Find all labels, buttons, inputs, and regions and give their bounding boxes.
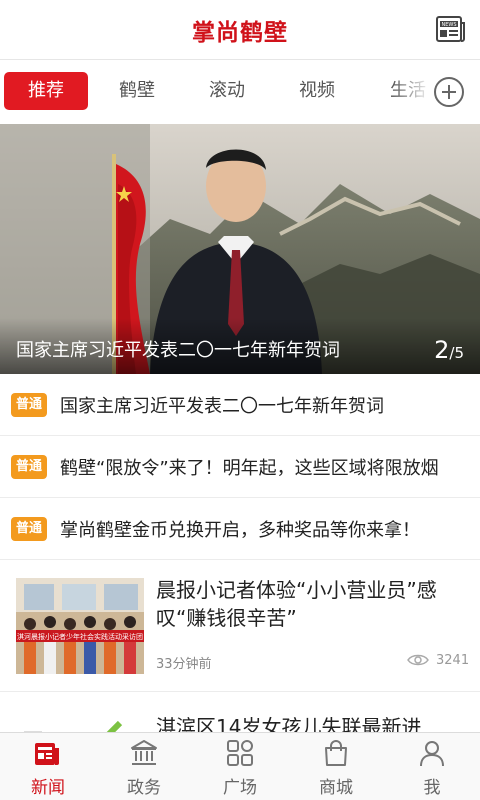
- list-item[interactable]: 普通 掌尚鹤壁金币兑换开启，多种奖品等你来拿！: [0, 498, 480, 560]
- nav-government[interactable]: 政务: [96, 733, 192, 800]
- nav-label: 广场: [223, 778, 257, 798]
- tab-recommend[interactable]: 推荐: [4, 72, 88, 110]
- app-header: 掌尚鹤壁 NEWS: [0, 0, 480, 60]
- news-icon[interactable]: NEWS: [436, 16, 466, 42]
- tag-badge: 普通: [11, 517, 47, 541]
- nav-label: 政务: [127, 778, 161, 798]
- slide-total: /5: [449, 344, 464, 362]
- tag-badge: 普通: [11, 393, 47, 417]
- tag-badge: 普通: [11, 455, 47, 479]
- add-channel-icon[interactable]: [434, 77, 464, 107]
- carousel-caption: 国家主席习近平发表二〇一七年新年贺词: [16, 340, 340, 361]
- svg-text:NEWS: NEWS: [441, 22, 456, 28]
- tab-scroll[interactable]: 滚动: [184, 72, 270, 110]
- tab-video[interactable]: 视频: [274, 72, 360, 110]
- grid-icon: [227, 740, 253, 766]
- newspaper-icon: [35, 743, 59, 765]
- nav-square[interactable]: 广场: [192, 733, 288, 800]
- image-article[interactable]: 淇河晨报小记者少年社会实践活动采访团 晨报小记者体验“小小营业员”感叹“赚钱很辛…: [0, 560, 480, 692]
- tab-hebi[interactable]: 鹤壁: [94, 72, 180, 110]
- view-count: 3241: [436, 653, 470, 668]
- bottom-nav: 新闻 政务 广场 商城 我: [0, 732, 480, 800]
- headline-carousel[interactable]: 国家主席习近平发表二〇一七年新年贺词 2/5: [0, 124, 480, 374]
- list-item-title: 国家主席习近平发表二〇一七年新年贺词: [60, 396, 384, 417]
- article-time: 33分钟前: [156, 657, 212, 672]
- tabs-fade: [392, 70, 432, 112]
- list-item[interactable]: 普通 鹤壁“限放令”来了！明年起，这些区域将限放烟: [0, 436, 480, 498]
- carousel-caption-overlay: 国家主席习近平发表二〇一七年新年贺词 2/5: [0, 318, 480, 374]
- slide-counter: 2/5: [434, 336, 464, 364]
- article-thumbnail: [16, 709, 144, 733]
- app-title: 掌尚鹤壁: [192, 19, 288, 46]
- shopping-bag-icon: [325, 740, 347, 766]
- eye-icon: [407, 654, 429, 666]
- article-thumbnail: 淇河晨报小记者少年社会实践活动采访团: [16, 578, 144, 674]
- slide-current: 2: [434, 336, 450, 364]
- nav-label: 我: [423, 778, 441, 798]
- channel-tabs: 推荐 鹤壁 滚动 视频 生活: [0, 60, 480, 122]
- article-title: 淇滨区14岁女孩儿失联最新进: [156, 715, 422, 733]
- government-building-icon: [131, 740, 157, 765]
- person-icon: [420, 741, 444, 767]
- list-item-title: 掌尚鹤壁金币兑换开启，多种奖品等你来拿！: [60, 520, 420, 541]
- article-title: 晨报小记者体验“小小营业员”感叹“赚钱很辛苦”: [156, 578, 437, 630]
- svg-text:淇河晨报小记者少年社会实践活动采访团: 淇河晨报小记者少年社会实践活动采访团: [17, 632, 143, 641]
- list-item[interactable]: 普通 国家主席习近平发表二〇一七年新年贺词: [0, 374, 480, 436]
- nav-me[interactable]: 我: [384, 733, 480, 800]
- nav-label: 新闻: [31, 778, 65, 798]
- list-item[interactable]: 淇滨区14岁女孩儿失联最新进: [0, 693, 480, 733]
- nav-label: 商城: [319, 778, 353, 798]
- nav-mall[interactable]: 商城: [288, 733, 384, 800]
- list-item-title: 鹤壁“限放令”来了！明年起，这些区域将限放烟: [60, 458, 439, 479]
- nav-news[interactable]: 新闻: [0, 733, 96, 800]
